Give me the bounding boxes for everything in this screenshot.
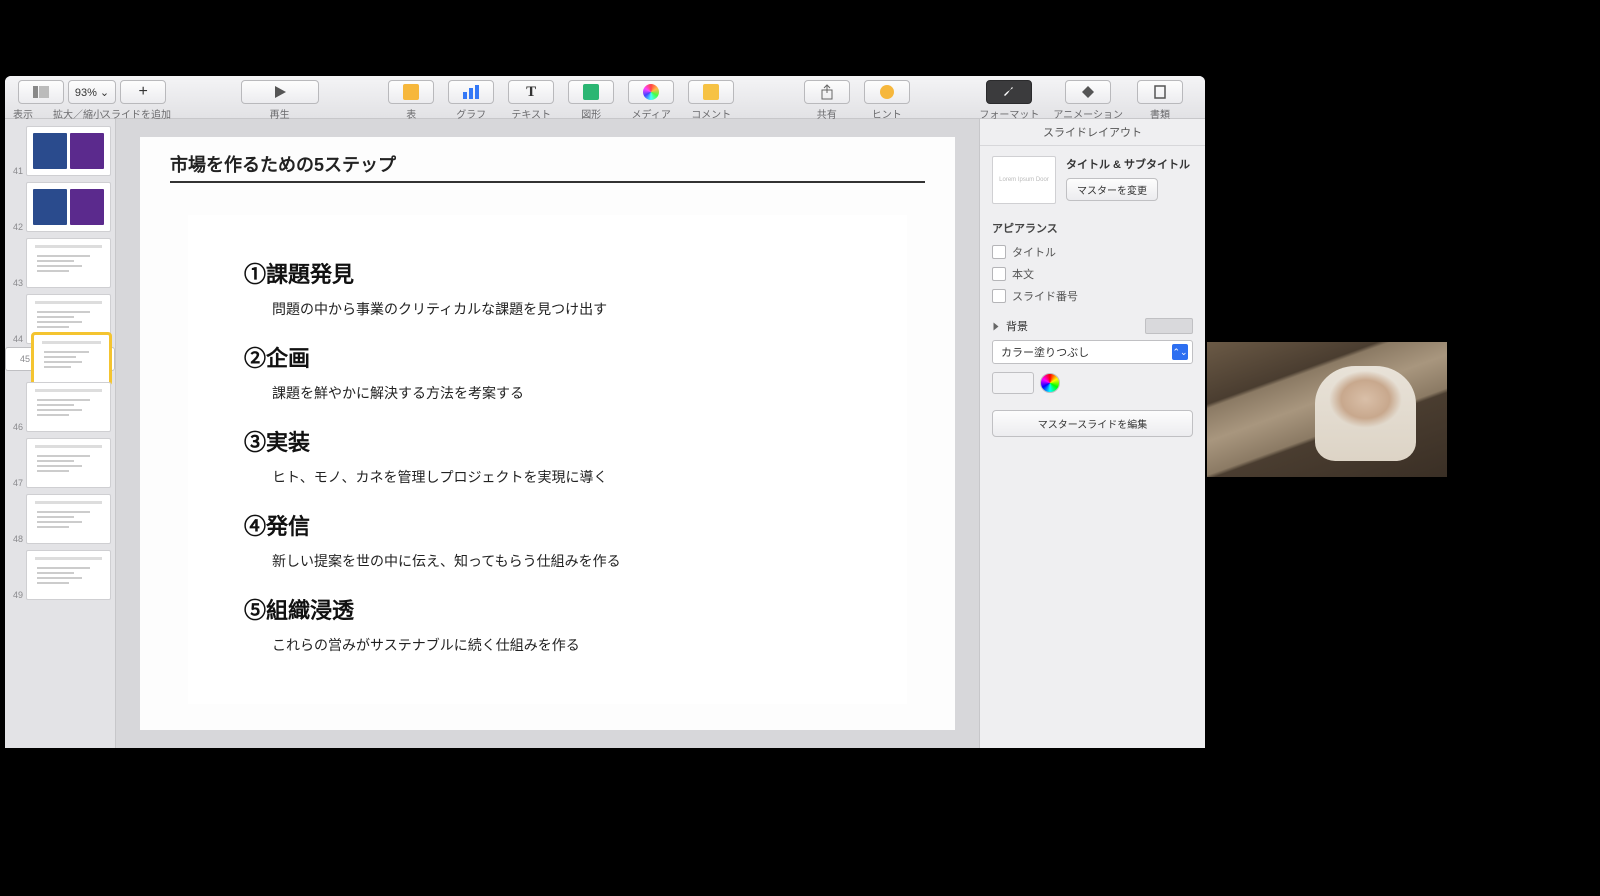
layout-name: タイトル & サブタイトル [1066,156,1193,172]
share-icon [820,84,834,100]
doc-icon [1153,85,1167,99]
layout-thumbnail[interactable]: Lorem Ipsum Door [992,156,1056,204]
slide-thumbnail[interactable]: 42 [5,179,115,235]
shape-button[interactable] [568,80,614,104]
slide-title: 市場を作るための5ステップ [170,151,396,177]
hint-button[interactable] [864,80,910,104]
slide-thumbnail[interactable]: 45 [5,347,115,371]
step-heading: ①課題発見 [244,257,851,289]
step-desc: 課題を鮮やかに解決する方法を考案する [244,383,851,403]
disclosure-triangle-icon [994,322,999,330]
format-inspector: スライドレイアウト Lorem Ipsum Door タイトル & サブタイトル… [979,119,1205,748]
diamond-icon [1081,85,1095,99]
shape-icon [583,84,599,100]
slide-thumbnail[interactable]: 43 [5,235,115,291]
slide-canvas[interactable]: 市場を作るための5ステップ ①課題発見問題の中から事業のクリティカルな課題を見つ… [116,119,979,748]
share-button[interactable] [804,80,850,104]
format-button[interactable] [986,80,1032,104]
slide-thumbnail[interactable]: 48 [5,491,115,547]
slide-thumbnail[interactable]: 41 [5,123,115,179]
webcam-overlay [1207,342,1447,477]
step-heading: ④発信 [244,509,851,541]
slide-navigator[interactable]: 414243444546474849 [5,119,116,748]
hint-icon [880,85,894,99]
step-item: ①課題発見問題の中から事業のクリティカルな課題を見つけ出す [244,257,851,319]
slide-thumbnail[interactable]: 47 [5,435,115,491]
step-item: ④発信新しい提案を世の中に伝え、知ってもらう仕組みを作る [244,509,851,571]
appearance-section: アピアランス [992,220,1193,236]
slide-thumbnail[interactable]: 46 [5,379,115,435]
color-wheel-icon[interactable] [1040,373,1060,393]
text-button[interactable]: T [508,80,554,104]
media-icon [643,84,659,100]
keynote-window: 93% ⌄ + 表示 拡大／縮小 スライドを追加 再生 表 グラフ Tテキスト … [5,76,1205,748]
slide-body: ①課題発見問題の中から事業のクリティカルな課題を見つけ出す ②企画課題を鮮やかに解… [188,215,907,704]
fill-select[interactable]: カラー塗りつぶし⌃⌄ [992,340,1193,364]
slide-thumbnail[interactable]: 49 [5,547,115,603]
checkbox-slide-number[interactable]: スライド番号 [992,288,1193,304]
dropdown-icon: ⌃⌄ [1172,344,1188,360]
edit-master-button[interactable]: マスタースライドを編集 [992,410,1193,437]
play-button[interactable] [241,80,319,104]
view-icon [33,86,49,98]
chart-button[interactable] [448,80,494,104]
zoom-button[interactable]: 93% ⌄ [68,80,116,104]
chart-icon [462,85,480,99]
play-icon [273,85,287,99]
step-heading: ⑤組織浸透 [244,593,851,625]
document-button[interactable] [1137,80,1183,104]
table-icon [403,84,419,100]
step-desc: 問題の中から事業のクリティカルな課題を見つけ出す [244,299,851,319]
view-group: 93% ⌄ + 表示 拡大／縮小 スライドを追加 [13,80,171,121]
step-heading: ②企画 [244,341,851,373]
step-heading: ③実装 [244,425,851,457]
comment-button[interactable] [688,80,734,104]
animation-button[interactable] [1065,80,1111,104]
toolbar: 93% ⌄ + 表示 拡大／縮小 スライドを追加 再生 表 グラフ Tテキスト … [5,76,1205,119]
checkbox-body[interactable]: 本文 [992,266,1193,282]
title-underline [170,181,925,183]
add-slide-button[interactable]: + [120,80,166,104]
comment-icon [703,84,719,100]
background-section[interactable]: 背景 [992,318,1193,334]
step-desc: ヒト、モノ、カネを管理しプロジェクトを実現に導く [244,467,851,487]
current-slide: 市場を作るための5ステップ ①課題発見問題の中から事業のクリティカルな課題を見つ… [140,137,955,730]
bg-swatch[interactable] [1145,318,1193,334]
step-item: ②企画課題を鮮やかに解決する方法を考案する [244,341,851,403]
step-desc: これらの営みがサステナブルに続く仕組みを作る [244,635,851,655]
change-master-button[interactable]: マスターを変更 [1066,178,1158,201]
color-well[interactable] [992,372,1034,394]
view-button[interactable] [18,80,64,104]
step-desc: 新しい提案を世の中に伝え、知ってもらう仕組みを作る [244,551,851,571]
media-button[interactable] [628,80,674,104]
table-button[interactable] [388,80,434,104]
checkbox-title[interactable]: タイトル [992,244,1193,260]
inspector-heading: スライドレイアウト [980,119,1205,146]
step-item: ⑤組織浸透これらの営みがサステナブルに続く仕組みを作る [244,593,851,655]
brush-icon [1002,85,1016,99]
step-item: ③実装ヒト、モノ、カネを管理しプロジェクトを実現に導く [244,425,851,487]
